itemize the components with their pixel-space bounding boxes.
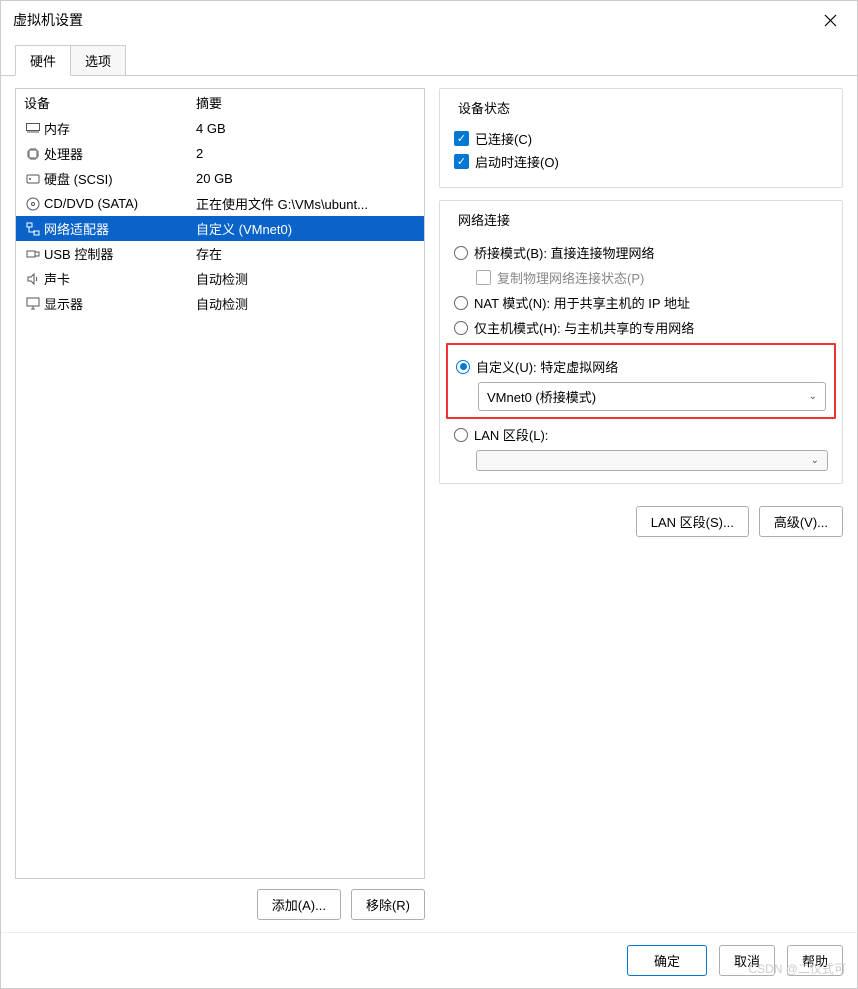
checkbox-icon[interactable]: ✓ bbox=[454, 154, 469, 169]
content-area: 设备 摘要 内存 4 GB 处理器 2 硬盘 (SCSI) 20 GB bbox=[1, 76, 857, 932]
radio-custom[interactable]: 自定义(U): 特定虚拟网络 bbox=[456, 357, 826, 376]
radio-bridged[interactable]: 桥接模式(B): 直接连接物理网络 bbox=[454, 243, 828, 262]
right-pane: 设备状态 ✓ 已连接(C) ✓ 启动时连接(O) 网络连接 桥接模式(B): 直… bbox=[439, 88, 843, 920]
add-button[interactable]: 添加(A)... bbox=[257, 889, 341, 920]
connected-row[interactable]: ✓ 已连接(C) bbox=[454, 129, 828, 148]
memory-icon bbox=[24, 123, 42, 134]
device-status-legend: 设备状态 bbox=[454, 98, 514, 117]
cancel-button[interactable]: 取消 bbox=[719, 945, 775, 976]
chevron-down-icon: ⌄ bbox=[811, 455, 819, 466]
radio-icon[interactable] bbox=[454, 296, 468, 310]
list-item-sound[interactable]: 声卡 自动检测 bbox=[16, 266, 424, 291]
vm-settings-window: 虚拟机设置 硬件 选项 设备 摘要 内存 4 GB 处理 bbox=[0, 0, 858, 989]
lan-segment-select: ⌄ bbox=[476, 450, 828, 471]
device-list-buttons: 添加(A)... 移除(R) bbox=[15, 889, 425, 920]
lan-segments-button[interactable]: LAN 区段(S)... bbox=[636, 506, 749, 537]
remove-button[interactable]: 移除(R) bbox=[351, 889, 425, 920]
network-connection-group: 网络连接 桥接模式(B): 直接连接物理网络 复制物理网络连接状态(P) NAT… bbox=[439, 200, 843, 484]
list-item-cddvd[interactable]: CD/DVD (SATA) 正在使用文件 G:\VMs\ubunt... bbox=[16, 191, 424, 216]
list-item-disk[interactable]: 硬盘 (SCSI) 20 GB bbox=[16, 166, 424, 191]
list-item-memory[interactable]: 内存 4 GB bbox=[16, 116, 424, 141]
dialog-footer: 确定 取消 帮助 bbox=[1, 932, 857, 988]
device-list[interactable]: 设备 摘要 内存 4 GB 处理器 2 硬盘 (SCSI) 20 GB bbox=[15, 88, 425, 879]
disc-icon bbox=[24, 197, 42, 211]
tab-hardware[interactable]: 硬件 bbox=[15, 45, 71, 76]
radio-icon[interactable] bbox=[454, 321, 468, 335]
right-buttons: LAN 区段(S)... 高级(V)... bbox=[439, 506, 843, 537]
device-list-header: 设备 摘要 bbox=[16, 89, 424, 116]
replicate-state-row: 复制物理网络连接状态(P) bbox=[476, 268, 828, 287]
custom-highlight: 自定义(U): 特定虚拟网络 VMnet0 (桥接模式) ⌄ bbox=[446, 343, 836, 419]
left-pane: 设备 摘要 内存 4 GB 处理器 2 硬盘 (SCSI) 20 GB bbox=[15, 88, 425, 920]
custom-network-select[interactable]: VMnet0 (桥接模式) ⌄ bbox=[478, 382, 826, 411]
list-item-usb[interactable]: USB 控制器 存在 bbox=[16, 241, 424, 266]
sound-icon bbox=[24, 272, 42, 286]
checkbox-icon bbox=[476, 270, 491, 285]
radio-lan-segment[interactable]: LAN 区段(L): bbox=[454, 425, 828, 444]
list-item-network[interactable]: 网络适配器 自定义 (VMnet0) bbox=[16, 216, 424, 241]
advanced-button[interactable]: 高级(V)... bbox=[759, 506, 843, 537]
network-icon bbox=[24, 222, 42, 236]
header-summary: 摘要 bbox=[196, 93, 222, 112]
radio-hostonly[interactable]: 仅主机模式(H): 与主机共享的专用网络 bbox=[454, 318, 828, 337]
connected-label: 已连接(C) bbox=[475, 129, 532, 148]
tab-strip: 硬件 选项 bbox=[1, 39, 857, 76]
connect-at-power-row[interactable]: ✓ 启动时连接(O) bbox=[454, 152, 828, 171]
ok-button[interactable]: 确定 bbox=[627, 945, 707, 976]
custom-select-wrap: VMnet0 (桥接模式) ⌄ bbox=[478, 382, 826, 411]
list-item-display[interactable]: 显示器 自动检测 bbox=[16, 291, 424, 316]
header-device: 设备 bbox=[24, 93, 196, 112]
network-legend: 网络连接 bbox=[454, 210, 514, 229]
checkbox-icon[interactable]: ✓ bbox=[454, 131, 469, 146]
connect-at-power-label: 启动时连接(O) bbox=[475, 152, 559, 171]
radio-icon[interactable] bbox=[454, 246, 468, 260]
device-status-group: 设备状态 ✓ 已连接(C) ✓ 启动时连接(O) bbox=[439, 88, 843, 188]
close-icon[interactable] bbox=[816, 10, 845, 31]
tab-options[interactable]: 选项 bbox=[70, 45, 126, 76]
display-icon bbox=[24, 297, 42, 310]
window-title: 虚拟机设置 bbox=[13, 10, 83, 30]
radio-nat[interactable]: NAT 模式(N): 用于共享主机的 IP 地址 bbox=[454, 293, 828, 312]
lan-segment-select-wrap: ⌄ bbox=[476, 450, 828, 471]
disk-icon bbox=[24, 173, 42, 185]
chevron-down-icon: ⌄ bbox=[809, 391, 817, 402]
titlebar: 虚拟机设置 bbox=[1, 1, 857, 39]
radio-icon[interactable] bbox=[456, 360, 470, 374]
cpu-icon bbox=[24, 147, 42, 161]
usb-icon bbox=[24, 248, 42, 260]
list-item-cpu[interactable]: 处理器 2 bbox=[16, 141, 424, 166]
radio-icon[interactable] bbox=[454, 428, 468, 442]
help-button[interactable]: 帮助 bbox=[787, 945, 843, 976]
